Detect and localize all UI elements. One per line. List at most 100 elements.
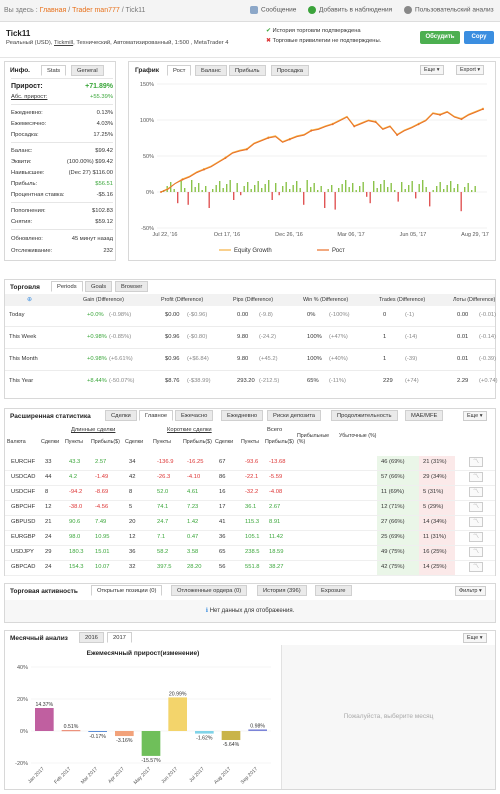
table-cell: 11 (69%): [381, 489, 405, 495]
table-cell: 551.8: [245, 564, 260, 570]
data-label: -15.57%: [141, 758, 161, 764]
breadcrumb-user-link[interactable]: Trader man777: [72, 7, 120, 14]
profit-bar: [443, 189, 445, 192]
more-dropdown[interactable]: Еще ▾: [463, 633, 487, 643]
table-cell: -93.6: [245, 459, 259, 465]
highest-value: $116.00: [92, 170, 113, 176]
export-dropdown[interactable]: Export ▾: [456, 65, 485, 75]
chart-icon[interactable]: 〽: [469, 547, 483, 557]
table-cell: 5: [129, 504, 133, 510]
filter-dropdown[interactable]: Фильтр ▾: [455, 586, 486, 596]
table-cell-diff: (-9.8): [259, 312, 273, 318]
tab-general[interactable]: General: [71, 65, 104, 76]
tab-growth[interactable]: Рост: [167, 65, 192, 76]
withdrawals-value: $59.12: [95, 219, 113, 225]
settings-icon[interactable]: ⊕: [27, 297, 32, 303]
empty-message: ℹ Нет данных для отображения.: [5, 600, 495, 622]
data-point: [181, 178, 184, 181]
drawdown-value: 17.25%: [93, 132, 113, 138]
tab-pending-orders[interactable]: Отложенные ордера (0): [171, 585, 248, 596]
table-cell: 12 (71%): [381, 504, 405, 510]
discuss-button[interactable]: Обсудить: [420, 31, 460, 44]
group-total: Всего: [267, 427, 283, 433]
tab-2016[interactable]: 2016: [79, 632, 104, 643]
x-tick-label: Mar 2017: [80, 766, 99, 785]
check-icon: ✔: [266, 28, 271, 34]
profit-bar: [450, 181, 452, 192]
table-cell: 180.3: [69, 549, 84, 555]
table-cell-value: +0.0%: [87, 312, 104, 318]
tab-5[interactable]: Продолжительность: [331, 410, 398, 421]
chart-icon[interactable]: 〽: [469, 457, 483, 467]
table-cell-diff: (+47%): [329, 334, 348, 340]
deposits-label: Пополнения:: [11, 208, 46, 214]
profit-bar: [471, 190, 473, 192]
table-cell: 44: [45, 474, 52, 480]
chart-icon[interactable]: 〽: [469, 472, 483, 482]
tab-4[interactable]: Риски депозита: [267, 410, 322, 421]
table-cell: 56: [219, 564, 226, 570]
info-title: Инфо.: [10, 67, 30, 74]
table-cell-diff: (-0.98%): [109, 312, 132, 318]
profit-bar: [219, 181, 221, 192]
copy-button[interactable]: Copy: [464, 31, 494, 44]
tab-periods[interactable]: Periods: [51, 281, 83, 292]
table-cell: -32.2: [245, 489, 259, 495]
y-tick-label: 50%: [143, 154, 154, 160]
tab-1[interactable]: Главное: [139, 410, 174, 421]
tab-history[interactable]: История (396): [257, 585, 307, 596]
y-tick-label: 0%: [146, 190, 154, 196]
profit-bar: [222, 188, 224, 192]
table-cell: -94.2: [69, 489, 83, 495]
chart-icon[interactable]: 〽: [469, 502, 483, 512]
profit-bar: [173, 189, 175, 192]
tab-browser[interactable]: Browser: [115, 281, 149, 292]
table-cell: -13.68: [269, 459, 286, 465]
table-cell: 10.07: [95, 564, 110, 570]
account-name: Tick11: [6, 29, 31, 38]
table-cell: 8: [129, 489, 133, 495]
more-dropdown[interactable]: Еще ▾: [420, 65, 444, 75]
tab-goals[interactable]: Goals: [85, 281, 113, 292]
tab-profit[interactable]: Прибыль: [229, 65, 266, 76]
table-cell-value: 9.80: [237, 334, 249, 340]
tab-6[interactable]: MAE/MFE: [405, 410, 444, 421]
more-dropdown[interactable]: Еще ▾: [463, 411, 487, 421]
message-link[interactable]: Сообщение: [250, 6, 296, 14]
breadcrumb-home-link[interactable]: Главная: [40, 7, 67, 14]
tab-0[interactable]: Сделки: [105, 410, 137, 421]
data-label: 0.98%: [250, 723, 265, 729]
tab-open-positions[interactable]: Открытые позиции (0): [91, 585, 163, 596]
table-cell: -26.3: [157, 474, 171, 480]
y-tick-label: 100%: [140, 118, 154, 124]
add-watch-link[interactable]: Добавить в наблюдения: [308, 6, 392, 14]
x-tick-label: Oct 17, '16: [214, 232, 240, 238]
tab-3[interactable]: Ежедневно: [221, 410, 264, 421]
tab-2017[interactable]: 2017: [107, 632, 132, 643]
chart-icon[interactable]: 〽: [469, 562, 483, 572]
profit-bar: [418, 184, 420, 192]
tab-2[interactable]: Ежечасно: [175, 410, 214, 421]
table-cell: 74.1: [157, 504, 169, 510]
chart-icon[interactable]: 〽: [469, 532, 483, 542]
tab-stats[interactable]: Stats: [41, 65, 67, 76]
tab-balance[interactable]: Баланс: [195, 65, 227, 76]
profit-bar: [387, 187, 389, 192]
table-cell: 238.5: [245, 549, 260, 555]
profit-bar: [439, 182, 441, 192]
tab-exposure[interactable]: Exposure: [315, 585, 352, 596]
chart-icon[interactable]: 〽: [469, 487, 483, 497]
broker-link[interactable]: Tickmill: [54, 40, 73, 46]
custom-analysis-link[interactable]: Пользовательский анализ: [404, 6, 494, 14]
highest-date: (Dec 27): [68, 170, 91, 176]
deposits-row: Пополнения: $102.83: [11, 208, 113, 214]
tab-drawdown[interactable]: Просадка: [271, 65, 310, 76]
trading-activity-panel: Торговая активность Открытые позиции (0)…: [4, 583, 496, 623]
data-point: [417, 123, 420, 126]
table-cell-value: +0.98%: [87, 356, 107, 362]
table-cell-value: $0.96: [165, 356, 180, 362]
chart-icon[interactable]: 〽: [469, 517, 483, 527]
currency-pair: GBPCHF: [11, 504, 36, 510]
profit-bar: [446, 185, 448, 192]
currency-stats-table: Длинные сделки Короткие сделки Всего Валюта…: [5, 425, 495, 576]
